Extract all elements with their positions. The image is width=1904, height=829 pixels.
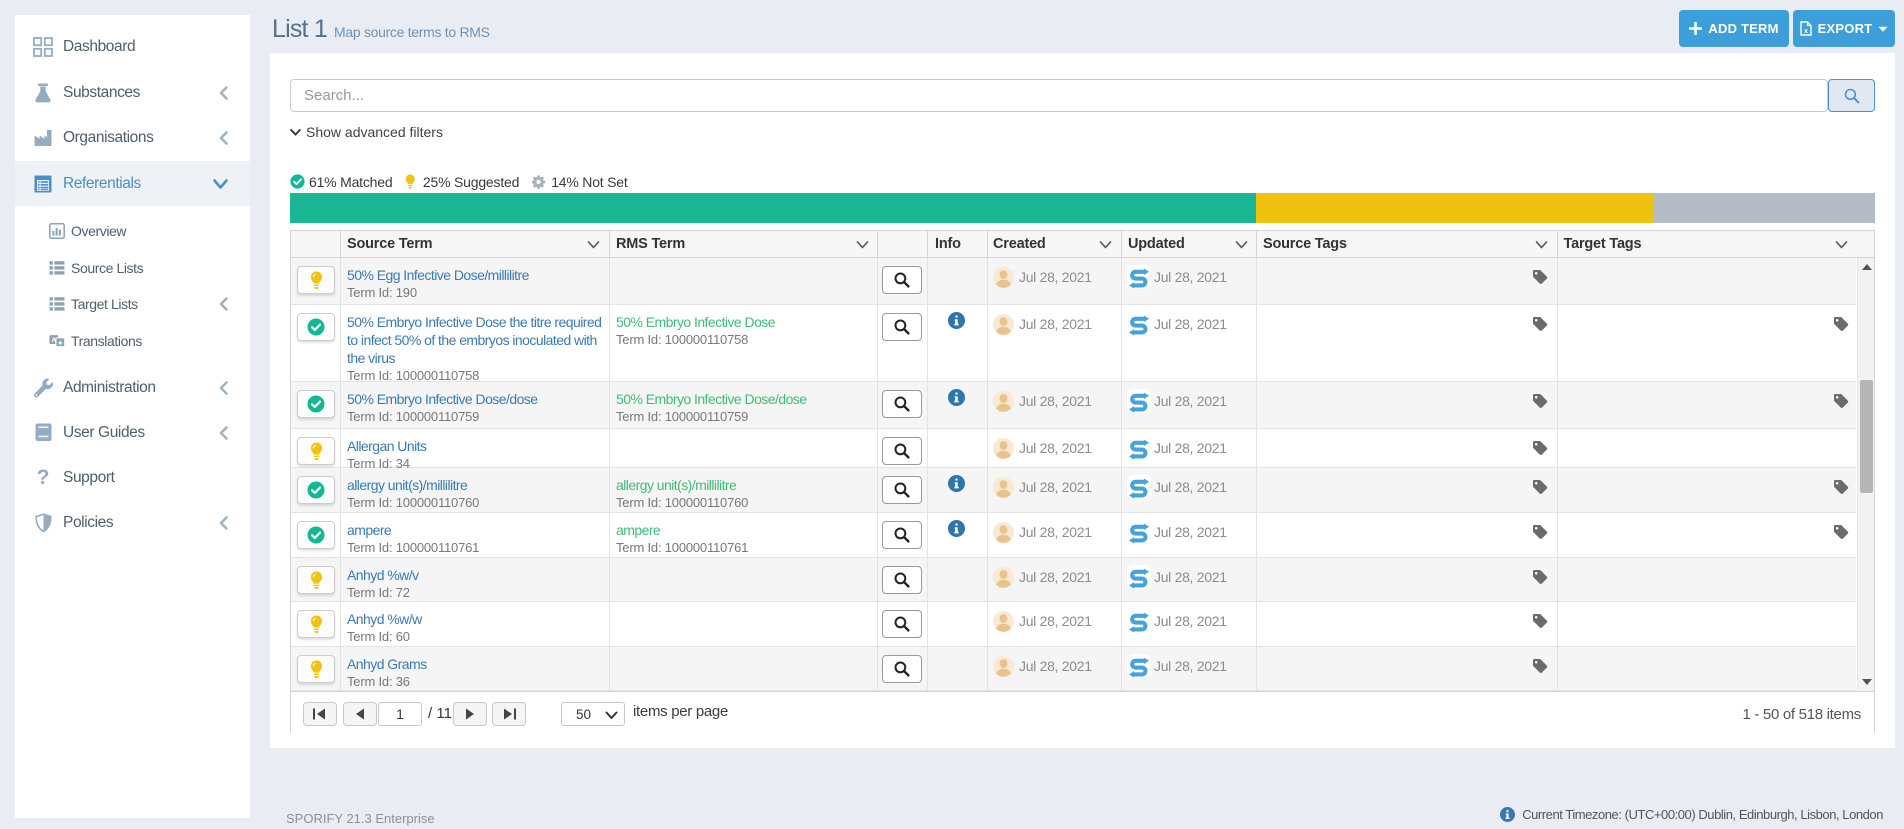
svg-text:A: A <box>51 337 56 344</box>
svg-text:★: ★ <box>57 339 63 347</box>
svg-text:x: x <box>1804 28 1808 35</box>
